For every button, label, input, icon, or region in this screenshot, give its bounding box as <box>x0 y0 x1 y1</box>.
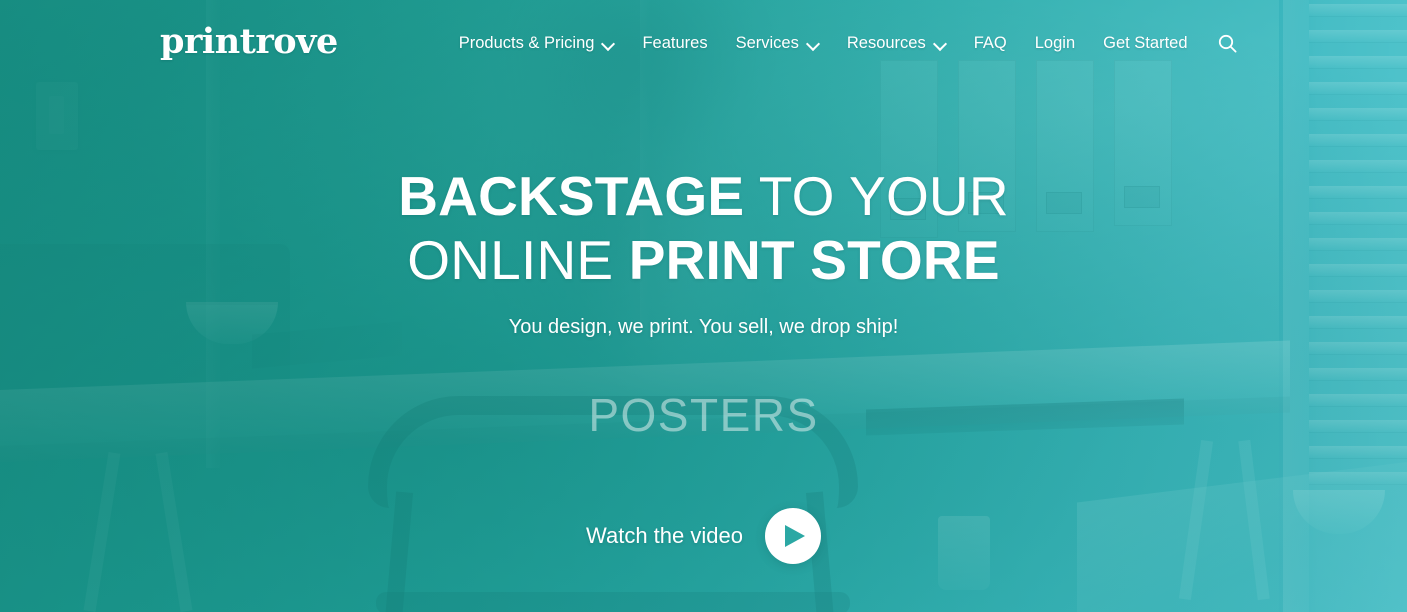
chevron-down-icon <box>935 38 946 49</box>
nav-item-label: Services <box>735 33 799 52</box>
chevron-down-icon <box>808 38 819 49</box>
nav-item-label: Products & Pricing <box>458 33 595 52</box>
nav-item-features[interactable]: Features <box>628 35 721 52</box>
nav-item-label: Features <box>642 33 708 52</box>
nav-item-resources[interactable]: Resources <box>833 35 960 52</box>
top-navigation-bar: printrove Products & Pricing Features Se… <box>0 0 1407 86</box>
nav-item-services[interactable]: Services <box>722 35 833 52</box>
nav-item-products-pricing[interactable]: Products & Pricing <box>445 35 629 52</box>
play-icon[interactable] <box>764 508 821 564</box>
nav-item-login[interactable]: Login <box>1021 35 1089 52</box>
nav-item-get-started[interactable]: Get Started <box>1089 35 1201 52</box>
nav-item-label: FAQ <box>973 33 1007 52</box>
watch-video-button[interactable]: Watch the video <box>586 508 821 564</box>
nav-item-label: Login <box>1034 33 1076 52</box>
nav-item-faq[interactable]: FAQ <box>960 35 1021 52</box>
chevron-down-icon <box>603 38 614 49</box>
nav-item-label: Get Started <box>1103 33 1188 52</box>
main-menu: Products & Pricing Features Services Res… <box>445 31 1240 55</box>
nav-item-label: Resources <box>846 33 926 52</box>
watch-video-label: Watch the video <box>586 523 743 548</box>
search-icon[interactable] <box>1216 31 1240 55</box>
hero-section: printrove Products & Pricing Features Se… <box>0 0 1407 612</box>
site-logo[interactable]: printrove <box>160 24 338 59</box>
